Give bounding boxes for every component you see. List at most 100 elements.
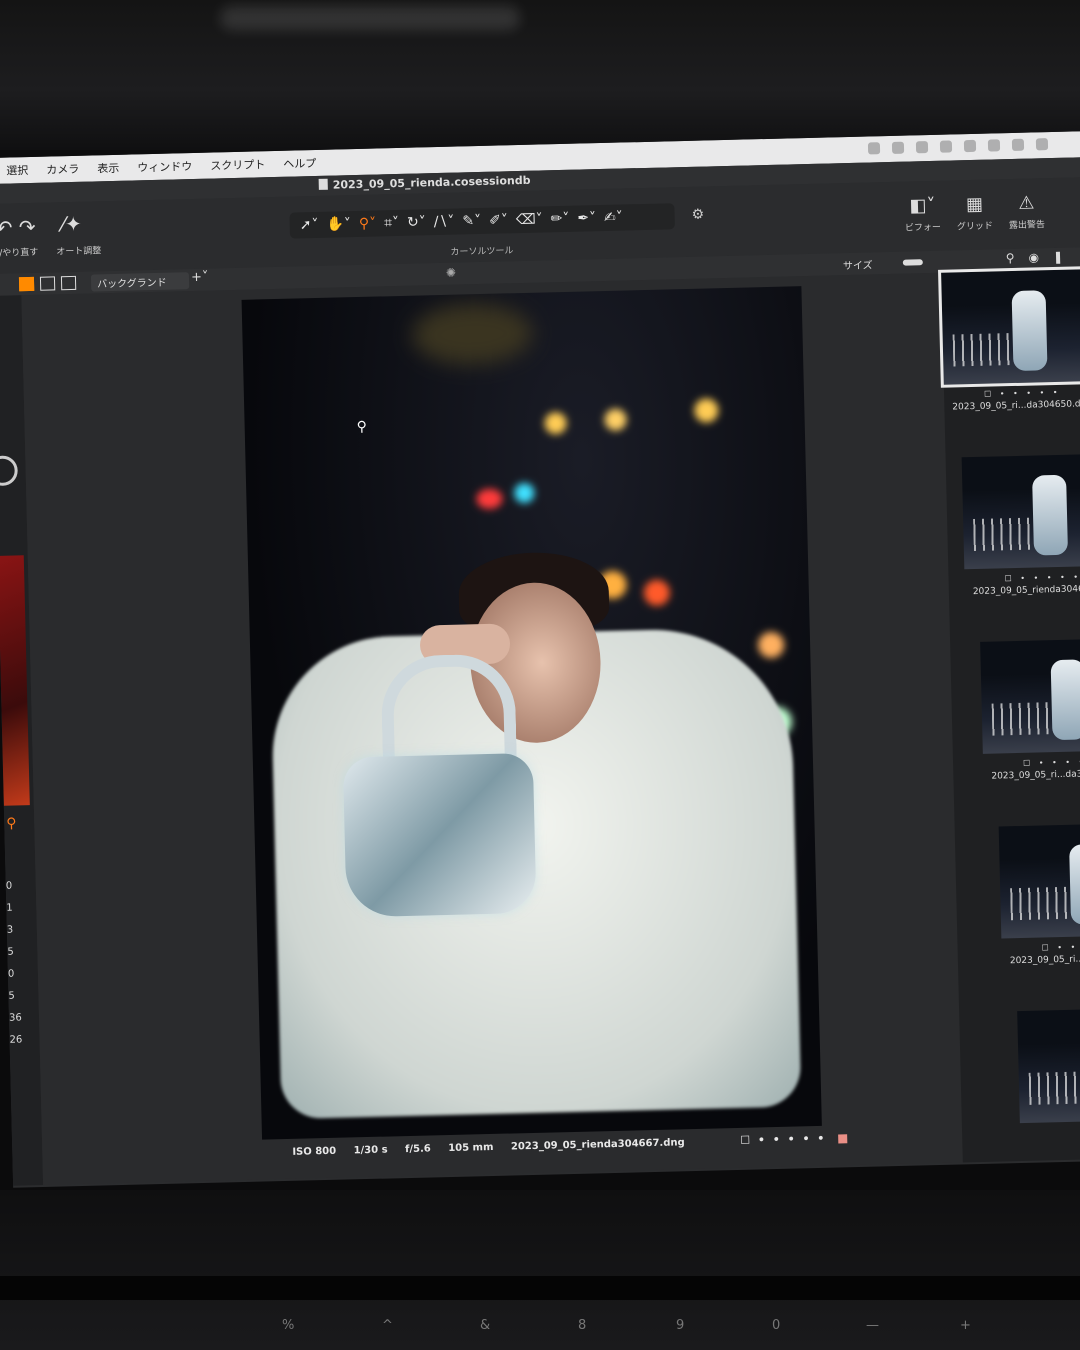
- thumbnail-image: [998, 823, 1080, 939]
- panel-value: 0: [5, 880, 13, 892]
- status-icons: [867, 138, 1049, 155]
- thumbnail-item[interactable]: [1017, 1007, 1080, 1187]
- monitor-bezel-top: [0, 0, 1080, 150]
- select-arrow-icon[interactable]: ➚˅: [300, 217, 319, 233]
- color-wheel-icon[interactable]: [0, 455, 19, 487]
- panel-value: 5: [8, 990, 15, 1002]
- brush-icon[interactable]: ✐˅: [489, 212, 508, 228]
- color-tag[interactable]: [838, 1134, 848, 1144]
- panel-value: 36: [8, 1012, 22, 1024]
- annotate-icon[interactable]: ✍˅: [604, 210, 623, 226]
- menu-script[interactable]: スクリプト: [210, 156, 265, 173]
- thumbnail-item[interactable]: ☐ • • • • • 2023_09_05_ri...da304650.dng: [938, 266, 1080, 453]
- menu-view[interactable]: 表示: [97, 160, 119, 177]
- panel-value: 5: [7, 946, 14, 958]
- view-mode-buttons: [18, 275, 77, 292]
- bokeh-light: [476, 488, 503, 510]
- rotate-icon[interactable]: ↻˅: [407, 214, 426, 230]
- zoom-icon[interactable]: ⚲: [6, 816, 17, 832]
- key[interactable]: +: [960, 1318, 971, 1333]
- thumbnail-item[interactable]: ☐ • • • • • 2023_09_05_rienda30465: [961, 453, 1080, 638]
- key[interactable]: &: [480, 1318, 490, 1333]
- grid-button[interactable]: ▦ グリッド: [956, 193, 993, 233]
- settings-gear-icon[interactable]: ⚙: [691, 207, 704, 223]
- thumbnail-image: [980, 638, 1080, 754]
- browser-tool-icons[interactable]: ⚲◉❚: [1006, 249, 1078, 265]
- window-title-text: 2023_09_05_rienda.cosessiondb: [332, 173, 531, 192]
- thumbnail-image: [1017, 1007, 1080, 1124]
- keyboard-row: % ^ & 8 9 0 — +: [0, 1310, 1080, 1350]
- document-icon: [318, 178, 328, 190]
- thumbnail-item[interactable]: ☐ • • • • • 2023_09_05_ri...da304: [980, 638, 1080, 822]
- focus-view-button[interactable]: [60, 275, 77, 291]
- grid-icon: ▦: [965, 193, 984, 216]
- background-select[interactable]: バックグランド: [90, 272, 189, 292]
- key[interactable]: 9: [676, 1318, 684, 1333]
- thumbnail-rating[interactable]: ☐ • • • • •: [984, 388, 1061, 399]
- keystone-icon[interactable]: ∕∖˅: [434, 214, 455, 230]
- bokeh-light: [544, 411, 567, 435]
- wifi-icon[interactable]: [987, 139, 1001, 152]
- search-icon[interactable]: [1035, 138, 1049, 151]
- before-button[interactable]: ◧˅ ビフォー: [904, 195, 941, 234]
- status-icon[interactable]: [963, 139, 977, 153]
- crop-icon[interactable]: ⌗˅: [384, 215, 399, 231]
- pan-hand-icon[interactable]: ✋˅: [326, 216, 351, 233]
- right-toolbar: ◧˅ ビフォー ▦ グリッド ⚠ 露出警告: [904, 192, 1045, 233]
- main-photo[interactable]: [241, 286, 822, 1140]
- thumbnail-image: [938, 266, 1080, 388]
- status-icon[interactable]: [939, 140, 953, 153]
- status-icon[interactable]: [867, 142, 881, 155]
- multi-view-button[interactable]: [18, 276, 35, 292]
- menu-camera[interactable]: カメラ: [46, 161, 79, 178]
- thumbnail-rating[interactable]: ☐ • • • • •: [1023, 757, 1080, 768]
- thumbnail-filename: 2023_09_05_ri...da: [1009, 954, 1080, 967]
- zoom-cursor-icon: ⚲: [356, 418, 368, 436]
- picker-icon[interactable]: ✎˅: [462, 213, 481, 229]
- shutter-value: 1/30 s: [353, 1144, 388, 1157]
- thumbnail-rating[interactable]: ☐ • • • • •: [1004, 572, 1080, 583]
- panel-value: 0: [7, 968, 15, 980]
- exposure-warning-label: 露出警告: [1008, 220, 1046, 232]
- thumbnail-size-slider[interactable]: [902, 259, 923, 266]
- thumbnail-rating[interactable]: ☐ • • • • •: [1042, 942, 1080, 953]
- eraser-icon[interactable]: ⌫˅: [516, 211, 543, 228]
- rating-stars[interactable]: ☐ • • • • •: [740, 1132, 826, 1147]
- zoom-icon[interactable]: ⚲˅: [359, 216, 377, 232]
- key[interactable]: 0: [772, 1318, 780, 1333]
- key[interactable]: %: [282, 1318, 294, 1333]
- undo-redo-button[interactable]: ↶ ↷: [0, 215, 36, 240]
- thumbnail-browser: ☐ • • • • • 2023_09_05_ri...da304650.dng…: [938, 266, 1080, 1163]
- thumbnail-filename: 2023_09_05_rienda30465: [972, 584, 1080, 598]
- touch-bar[interactable]: [0, 1276, 1080, 1300]
- menu-select[interactable]: 選択: [6, 162, 28, 179]
- gradient-icon[interactable]: ✏˅: [550, 211, 569, 227]
- before-after-icon: ◧˅: [909, 194, 936, 217]
- size-label: サイズ: [842, 260, 873, 273]
- bokeh-light: [643, 579, 671, 607]
- status-icon[interactable]: [891, 141, 905, 154]
- loading-spinner-icon: ✺: [445, 265, 457, 280]
- panel-value: 1: [6, 902, 13, 914]
- cursor-tools-group: ➚˅ ✋˅ ⚲˅ ⌗˅ ↻˅ ∕∖˅ ✎˅ ✐˅ ⌫˅ ✏˅ ✒˅ ✍˅: [289, 203, 675, 239]
- menu-window[interactable]: ウィンドウ: [137, 158, 192, 175]
- add-plus-icon[interactable]: +˅: [191, 270, 209, 285]
- auto-adjust-label: オート調整: [56, 246, 102, 258]
- key[interactable]: ^: [382, 1318, 393, 1333]
- exposure-warning-button[interactable]: ⚠ 露出警告: [1008, 192, 1045, 231]
- bokeh-light: [514, 482, 535, 504]
- menu-help[interactable]: ヘルプ: [283, 155, 316, 172]
- thumbnail-item[interactable]: ☐ • • • • • 2023_09_05_ri...da: [998, 823, 1080, 1007]
- clock-icon[interactable]: [1011, 138, 1025, 151]
- capture-one-window: 選択 カメラ 表示 ウィンドウ スクリプト ヘルプ 2023_09_05_rie…: [0, 131, 1080, 1188]
- heal-icon[interactable]: ✒˅: [577, 210, 596, 226]
- auto-adjust-button[interactable]: ⁄✦: [61, 212, 82, 236]
- single-view-button[interactable]: [39, 276, 56, 291]
- key[interactable]: 8: [578, 1318, 586, 1333]
- cursor-tools-label: カーソルツール: [450, 246, 514, 258]
- iso-value: ISO 800: [292, 1145, 337, 1158]
- status-icon[interactable]: [915, 141, 929, 154]
- warning-icon: ⚠: [1018, 192, 1035, 214]
- key[interactable]: —: [866, 1318, 879, 1333]
- thumbnail-filename: 2023_09_05_ri...da304: [991, 769, 1080, 782]
